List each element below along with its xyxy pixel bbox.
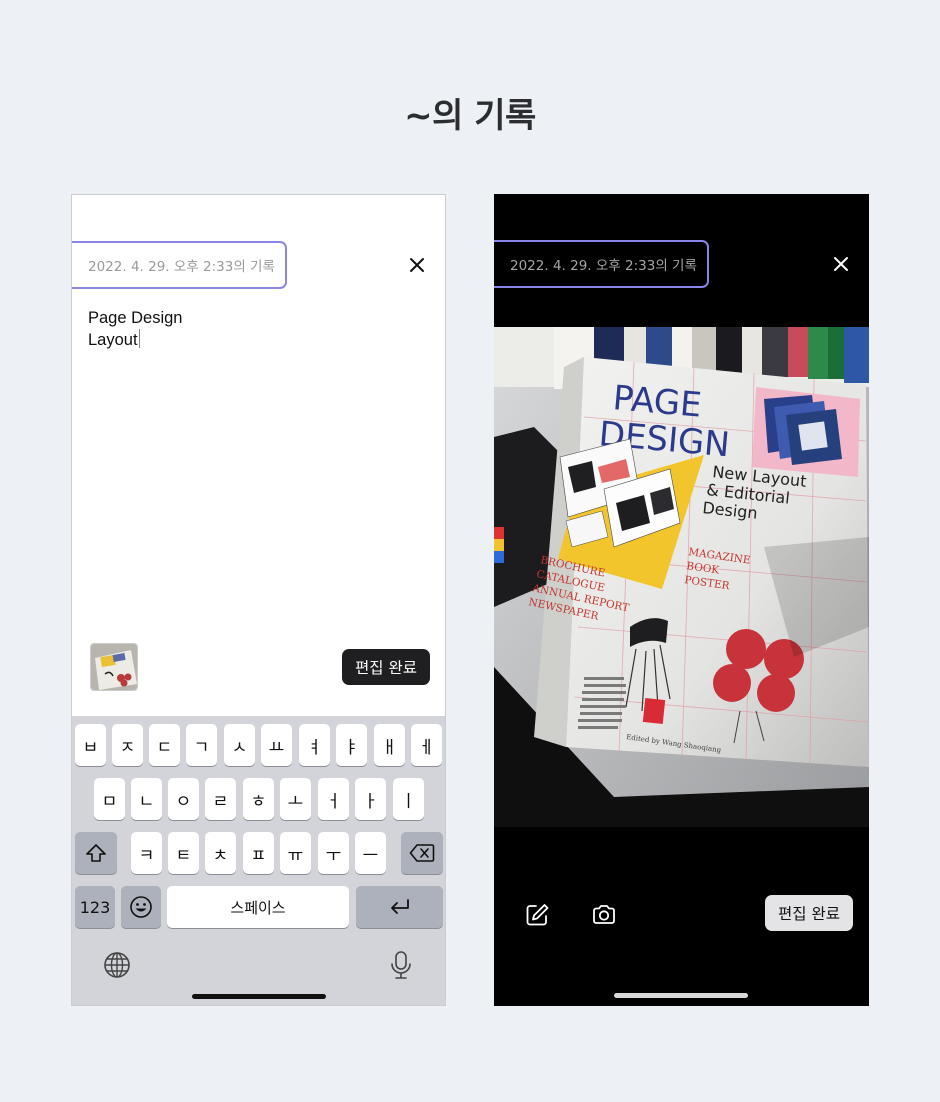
key[interactable]: ㅜ (318, 832, 349, 874)
done-editing-button[interactable]: 편집 완료 (765, 895, 853, 931)
key[interactable]: ㅛ (261, 724, 292, 766)
shift-icon (86, 844, 106, 862)
dictation-button[interactable] (386, 950, 416, 980)
key[interactable]: ㅡ (355, 832, 386, 874)
memo-line-2-text: Layout (88, 331, 138, 349)
key[interactable]: ㅗ (280, 778, 311, 820)
key[interactable]: ㅂ (75, 724, 106, 766)
memo-line-2: Layout (88, 329, 182, 351)
emoji-icon (130, 896, 152, 918)
numbers-key[interactable]: 123 (75, 886, 115, 928)
key[interactable]: ㅏ (355, 778, 386, 820)
key[interactable]: ㅕ (299, 724, 330, 766)
key[interactable]: ㄱ (186, 724, 217, 766)
photo-thumbnail[interactable] (90, 643, 138, 691)
text-caret (138, 329, 140, 348)
korean-keyboard: ㅂ ㅈ ㄷ ㄱ ㅅ ㅛ ㅕ ㅑ ㅐ ㅔ ㅁ ㄴ ㅇ ㄹ ㅎ ㅗ ㅓ ㅏ ㅣ ㅋ … (72, 716, 445, 1005)
done-editing-button[interactable]: 편집 완료 (342, 649, 430, 685)
globe-icon (104, 952, 130, 978)
date-label: 2022. 4. 29. 오후 2:33의 기록 (72, 241, 287, 289)
key[interactable]: ㄷ (149, 724, 180, 766)
key[interactable]: ㄴ (131, 778, 162, 820)
camera-icon[interactable] (591, 902, 617, 928)
phone-text-editor: 2022. 4. 29. 오후 2:33의 기록 Page Design Lay… (71, 194, 446, 1006)
key[interactable]: ㅐ (374, 724, 405, 766)
emoji-key[interactable] (121, 886, 161, 928)
close-button[interactable] (405, 253, 429, 277)
key[interactable]: ㅓ (318, 778, 349, 820)
key[interactable]: ㅁ (94, 778, 125, 820)
page-title: ~의 기록 (404, 96, 536, 136)
date-label: 2022. 4. 29. 오후 2:33의 기록 (494, 240, 709, 288)
home-indicator (614, 993, 748, 998)
key[interactable]: ㅈ (112, 724, 143, 766)
thumbnail-image (91, 644, 137, 690)
key[interactable]: ㅍ (243, 832, 274, 874)
mic-icon (391, 951, 411, 979)
backspace-key[interactable] (401, 832, 443, 874)
close-button[interactable] (829, 252, 853, 276)
edit-icon[interactable] (524, 902, 550, 928)
key[interactable]: ㅋ (131, 832, 162, 874)
return-key[interactable] (356, 886, 443, 928)
globe-button[interactable] (102, 950, 132, 980)
space-key[interactable]: 스페이스 (167, 886, 349, 928)
close-icon (410, 258, 424, 272)
home-indicator (192, 994, 326, 999)
key[interactable]: ㅇ (168, 778, 199, 820)
phone-photo-view: 2022. 4. 29. 오후 2:33의 기록 PAGE DESIGN New… (494, 194, 869, 1006)
key[interactable]: ㅌ (168, 832, 199, 874)
key[interactable]: ㅣ (393, 778, 424, 820)
shift-key[interactable] (75, 832, 117, 874)
return-icon (390, 899, 409, 914)
key[interactable]: ㅊ (205, 832, 236, 874)
key[interactable]: ㄹ (205, 778, 236, 820)
close-icon (834, 257, 848, 271)
key[interactable]: ㅅ (224, 724, 255, 766)
memo-line-1: Page Design (88, 309, 183, 327)
attached-photo[interactable]: PAGE DESIGN New Layout & Editorial Desig… (494, 327, 869, 827)
memo-textarea[interactable]: Page Design Layout (88, 307, 182, 351)
key[interactable]: ㅔ (411, 724, 442, 766)
key[interactable]: ㅑ (336, 724, 367, 766)
key[interactable]: ㅎ (243, 778, 274, 820)
book-photo: PAGE DESIGN New Layout & Editorial Desig… (494, 327, 869, 827)
key[interactable]: ㅠ (280, 832, 311, 874)
backspace-icon (409, 844, 435, 862)
